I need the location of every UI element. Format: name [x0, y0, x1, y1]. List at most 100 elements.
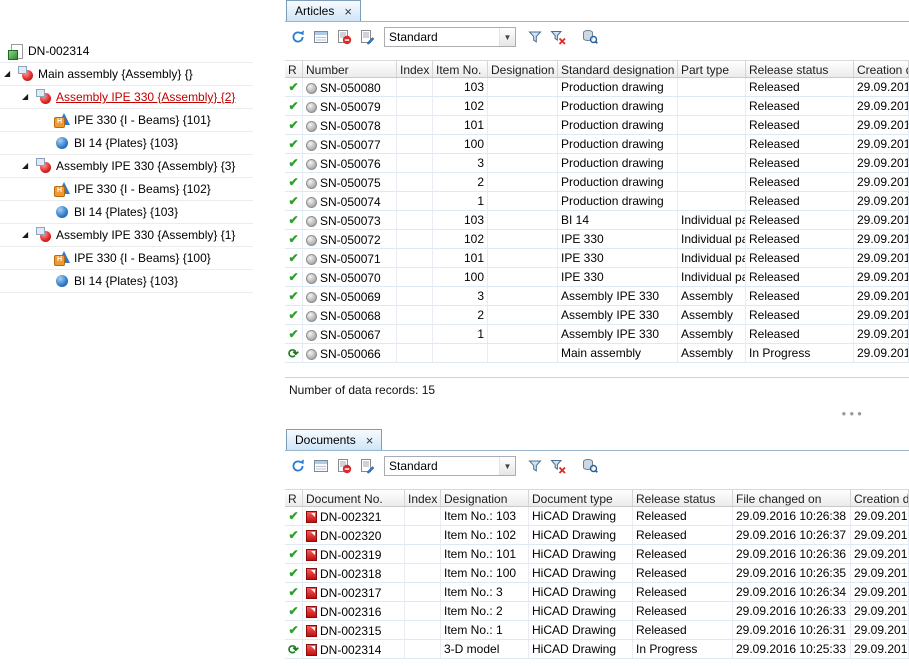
tree-item[interactable]: BI 14 {Plates} {103} — [0, 132, 253, 155]
cell-index — [397, 344, 433, 362]
table-row[interactable]: ✔SN-0500752Production drawingReleased29.… — [285, 173, 909, 192]
tree-item[interactable]: ◢ Assembly IPE 330 {Assembly} {3} — [0, 155, 253, 178]
cell-designation — [488, 287, 558, 305]
table-row[interactable]: ✔DN-002321Item No.: 103HiCAD DrawingRele… — [285, 507, 909, 526]
column-header-creation_date[interactable]: Creation d — [851, 490, 909, 506]
chevron-down-icon[interactable]: ▼ — [499, 28, 515, 46]
table-row[interactable]: ✔DN-002317Item No.: 3HiCAD DrawingReleas… — [285, 583, 909, 602]
table-row[interactable]: ✔SN-050073103BI 14Individual partRelease… — [285, 211, 909, 230]
column-header-part_type[interactable]: Part type — [678, 61, 746, 77]
tree-item-label[interactable]: Assembly IPE 330 {Assembly} {1} — [56, 228, 235, 242]
tree-item-label[interactable]: Assembly IPE 330 {Assembly} {3} — [56, 159, 235, 173]
result-list-combo[interactable]: Standard ▼ — [384, 456, 516, 476]
column-header-doc_type[interactable]: Document type — [529, 490, 633, 506]
report-icon[interactable] — [358, 28, 376, 46]
cell-release_status: Released — [633, 583, 733, 601]
column-header-std_designation[interactable]: Standard designation — [558, 61, 678, 77]
column-header-index[interactable]: Index — [397, 61, 433, 77]
refresh-icon[interactable] — [289, 457, 307, 475]
column-header-index[interactable]: Index — [405, 490, 441, 506]
cell-designation: Item No.: 103 — [441, 507, 529, 525]
tab-articles[interactable]: Articles × — [286, 0, 361, 21]
table-row[interactable]: ✔SN-050078101Production drawingReleased2… — [285, 116, 909, 135]
column-header-designation[interactable]: Designation — [488, 61, 558, 77]
column-header-release_status[interactable]: Release status — [746, 61, 854, 77]
table-row[interactable]: ✔SN-050080103Production drawingReleased2… — [285, 78, 909, 97]
close-tab-icon[interactable]: × — [344, 5, 352, 18]
tree-item[interactable]: ◢ Assembly IPE 330 {Assembly} {2} — [0, 86, 253, 109]
column-header-number[interactable]: Number — [303, 61, 397, 77]
table-row[interactable]: ⟳DN-0023143-D modelHiCAD DrawingIn Progr… — [285, 640, 909, 659]
expand-collapse-icon[interactable]: ◢ — [22, 162, 36, 170]
view-icon[interactable] — [312, 28, 330, 46]
column-header-creation_date[interactable]: Creation dat — [854, 61, 909, 77]
cell-status: ✔ — [285, 97, 303, 115]
column-header-file_changed[interactable]: File changed on — [733, 490, 851, 506]
table-row[interactable]: ✔SN-050079102Production drawingReleased2… — [285, 97, 909, 116]
remove-icon[interactable] — [335, 457, 353, 475]
refresh-icon[interactable] — [289, 28, 307, 46]
table-row[interactable]: ✔DN-002319Item No.: 101HiCAD DrawingRele… — [285, 545, 909, 564]
tree-item[interactable]: IPE 330 {I - Beams} {101} — [0, 109, 253, 132]
tree-item[interactable]: ◢ Assembly IPE 330 {Assembly} {1} — [0, 224, 253, 247]
result-list-combo[interactable]: Standard ▼ — [384, 27, 516, 47]
tree-item-label[interactable]: Assembly IPE 330 {Assembly} {2} — [56, 90, 235, 104]
filter-icon[interactable] — [526, 457, 544, 475]
tree-item-label[interactable]: IPE 330 {I - Beams} {101} — [74, 113, 211, 127]
database-search-icon[interactable] — [581, 457, 599, 475]
remove-icon[interactable] — [335, 28, 353, 46]
column-header-release_status[interactable]: Release status — [633, 490, 733, 506]
column-header-status[interactable]: R — [285, 490, 303, 506]
table-row[interactable]: ✔SN-050071101IPE 330Individual partRelea… — [285, 249, 909, 268]
clear-filter-icon[interactable] — [549, 457, 567, 475]
close-tab-icon[interactable]: × — [366, 434, 374, 447]
tab-documents[interactable]: Documents × — [286, 429, 382, 450]
tree-item-label[interactable]: BI 14 {Plates} {103} — [74, 274, 178, 288]
tree-item-label[interactable]: IPE 330 {I - Beams} {100} — [74, 251, 211, 265]
table-row[interactable]: ✔SN-0500741Production drawingReleased29.… — [285, 192, 909, 211]
table-row[interactable]: ✔SN-0500693Assembly IPE 330AssemblyRelea… — [285, 287, 909, 306]
cell-creation_date: 29.09.2016 — [854, 116, 909, 134]
cell-status: ✔ — [285, 173, 303, 191]
tree-item[interactable]: ◢ Main assembly {Assembly} {} — [0, 63, 253, 86]
column-header-doc_no[interactable]: Document No. — [303, 490, 405, 506]
tree-item[interactable]: DN-002314 — [0, 40, 253, 63]
table-row[interactable]: ✔SN-050072102IPE 330Individual partRelea… — [285, 230, 909, 249]
table-row[interactable]: ✔SN-050077100Production drawingReleased2… — [285, 135, 909, 154]
tree-item-label[interactable]: BI 14 {Plates} {103} — [74, 205, 178, 219]
table-row[interactable]: ✔DN-002320Item No.: 102HiCAD DrawingRele… — [285, 526, 909, 545]
filter-icon[interactable] — [526, 28, 544, 46]
database-search-icon[interactable] — [581, 28, 599, 46]
chevron-down-icon[interactable]: ▼ — [499, 457, 515, 475]
table-row[interactable]: ⟳SN-050066Main assemblyAssemblyIn Progre… — [285, 344, 909, 363]
table-row[interactable]: ✔SN-0500682Assembly IPE 330AssemblyRelea… — [285, 306, 909, 325]
panel-splitter[interactable]: ●●● — [285, 400, 909, 429]
report-icon[interactable] — [358, 457, 376, 475]
column-header-status[interactable]: R — [285, 61, 303, 77]
table-row[interactable]: ✔DN-002316Item No.: 2HiCAD DrawingReleas… — [285, 602, 909, 621]
clear-filter-icon[interactable] — [549, 28, 567, 46]
cell-index — [405, 583, 441, 601]
tree-item[interactable]: IPE 330 {I - Beams} {100} — [0, 247, 253, 270]
table-row[interactable]: ✔DN-002315Item No.: 1HiCAD DrawingReleas… — [285, 621, 909, 640]
table-row[interactable]: ✔DN-002318Item No.: 100HiCAD DrawingRele… — [285, 564, 909, 583]
cell-status: ✔ — [285, 583, 303, 601]
tree-item-label[interactable]: BI 14 {Plates} {103} — [74, 136, 178, 150]
column-header-item_no[interactable]: Item No. — [433, 61, 488, 77]
tree-item[interactable]: BI 14 {Plates} {103} — [0, 270, 253, 293]
cell-creation_date: 29.09.2016 — [854, 344, 909, 362]
table-row[interactable]: ✔SN-050070100IPE 330Individual partRelea… — [285, 268, 909, 287]
tree-item-label[interactable]: DN-002314 — [28, 44, 89, 58]
table-row[interactable]: ✔SN-0500763Production drawingReleased29.… — [285, 154, 909, 173]
tree-item-label[interactable]: IPE 330 {I - Beams} {102} — [74, 182, 211, 196]
tree-item[interactable]: IPE 330 {I - Beams} {102} — [0, 178, 253, 201]
expand-collapse-icon[interactable]: ◢ — [4, 70, 18, 78]
cell-creation_date: 29.09.2016 — [854, 325, 909, 343]
expand-collapse-icon[interactable]: ◢ — [22, 231, 36, 239]
view-icon[interactable] — [312, 457, 330, 475]
tree-item[interactable]: BI 14 {Plates} {103} — [0, 201, 253, 224]
table-row[interactable]: ✔SN-0500671Assembly IPE 330AssemblyRelea… — [285, 325, 909, 344]
tree-item-label[interactable]: Main assembly {Assembly} {} — [38, 67, 193, 81]
column-header-designation[interactable]: Designation — [441, 490, 529, 506]
expand-collapse-icon[interactable]: ◢ — [22, 93, 36, 101]
